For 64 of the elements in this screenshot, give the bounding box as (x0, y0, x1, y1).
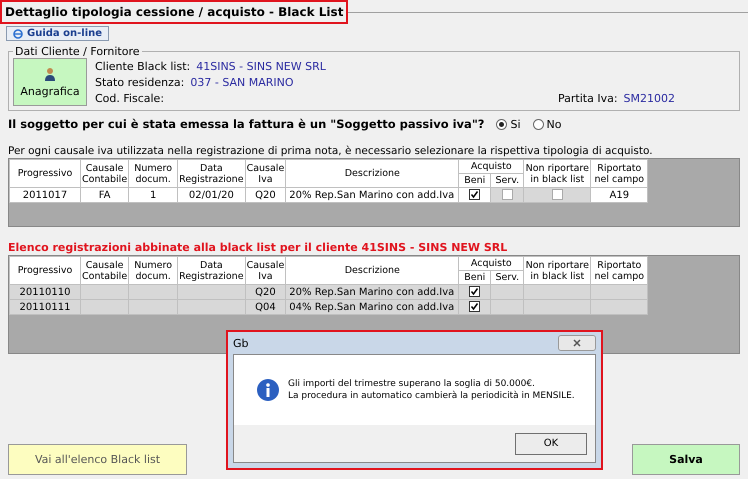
table-cell: 04% Rep.San Marino con add.Iva (286, 300, 459, 314)
column-header: Riportato nel campo (590, 256, 648, 284)
table-cell: 1 (128, 188, 178, 202)
column-header: Numero docum. (128, 256, 178, 284)
dialog-message: Gli importi del trimestre superano la soglia di 50.000€. (288, 379, 536, 389)
close-icon (572, 339, 582, 347)
table-cell: 2011017 (10, 188, 80, 202)
save-button[interactable]: Salva (632, 444, 740, 475)
close-button[interactable] (558, 335, 596, 351)
table-cell: FA (80, 188, 129, 202)
column-header: Beni (458, 174, 491, 188)
column-header: Serv. (490, 174, 524, 188)
field-label: Cod. Fiscale: (95, 92, 164, 105)
registry-button[interactable]: Anagrafica (13, 58, 87, 106)
field-value: SM21002 (624, 92, 675, 105)
ok-button[interactable]: OK (515, 432, 587, 454)
column-header: Descrizione (286, 256, 459, 284)
column-header: Causale Iva (245, 160, 286, 188)
column-header: Serv. (490, 270, 524, 284)
column-header: Descrizione (286, 160, 459, 188)
list-button[interactable]: Vai all'elenco Black list (8, 444, 187, 475)
column-header: Progressivo (10, 256, 80, 284)
column-header: Numero docum. (128, 160, 178, 188)
window-title: Dettaglio tipologia cessione / acquisto - Black List (0, 0, 348, 24)
table-cell: Q04 (245, 300, 286, 314)
field-value: 037 - SAN MARINO (190, 76, 294, 89)
column-header: Causale Contabile (80, 160, 129, 188)
field-label: Cliente Black list: (95, 60, 190, 73)
column-header: Causale Contabile (80, 256, 129, 284)
table-cell: Q20 (245, 188, 286, 202)
dialog-message: La procedura in automatico cambierà la periodicità in MENSILE. (288, 391, 575, 401)
table-cell: 20% Rep.San Marino con add.Iva (286, 284, 459, 300)
group-title: Dati Cliente / Fornitore (14, 45, 141, 58)
table-cell: 20110111 (10, 300, 80, 314)
checkbox[interactable] (469, 189, 480, 200)
checkbox[interactable] (469, 301, 480, 312)
checkbox[interactable] (469, 286, 480, 298)
column-header: Non riportare in black list (524, 256, 591, 284)
table-cell: 20% Rep.San Marino con add.Iva (286, 188, 459, 202)
info-icon (256, 378, 280, 402)
column-header: Acquisto (458, 256, 524, 270)
help-button[interactable]: Guida on-line (6, 26, 110, 41)
question-text: Il soggetto per cui è stata emessa la fattura è un "Soggetto passivo iva"? (8, 117, 484, 131)
table-cell: A19 (590, 188, 648, 202)
dialog-title: Gb (233, 336, 249, 350)
column-header: Non riportare in black list (524, 160, 591, 188)
field-value: 41SINS - SINS NEW SRL (196, 60, 326, 73)
instruction-text: Per ogni causale iva utilizzata nella registrazione di prima nota, è necessario selezionare la rispettiva tipologia di acquisto. (8, 145, 654, 157)
table-cell: Q20 (245, 284, 286, 300)
radio-option[interactable]: No (532, 118, 562, 130)
column-header: Data Registrazione (178, 160, 246, 188)
person-icon (44, 66, 56, 80)
column-header: Data Registrazione (178, 256, 246, 284)
field-label: Stato residenza: (95, 76, 184, 89)
column-header: Causale Iva (245, 256, 286, 284)
column-header: Beni (458, 270, 491, 284)
field-label: Partita Iva: (558, 92, 618, 105)
column-header: Progressivo (10, 160, 80, 188)
table-cell: 20110110 (10, 284, 80, 300)
radio-option[interactable]: Si (496, 118, 521, 130)
table-cell: 02/01/20 (178, 188, 246, 202)
column-header: Acquisto (458, 160, 524, 174)
column-header: Riportato nel campo (590, 160, 648, 188)
section-title: Elenco registrazioni abbinate alla black list per il cliente 41SINS - SINS NEW SRL (8, 241, 508, 254)
